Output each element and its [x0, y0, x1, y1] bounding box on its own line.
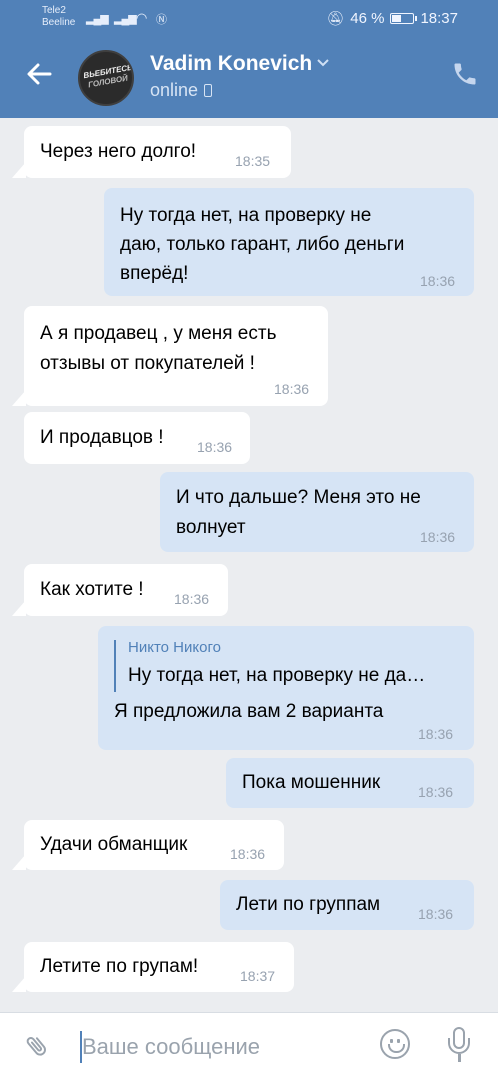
signal-icon-2: ▂▄▆ [114, 13, 137, 25]
message-text: И продавцов ! [40, 427, 164, 448]
message-input[interactable] [82, 1031, 352, 1063]
message-text: отзывы от покупателей ! [40, 353, 255, 374]
phone-icon[interactable] [450, 60, 480, 90]
message-outgoing[interactable]: Пока мошенник 18:36 [226, 758, 474, 808]
chat-header: Tele2 Beeline ▂▄▆ ▂▄▆ ◠ Ⓝ 🔕︎ 46 % 18:37 … [0, 0, 498, 118]
message-outgoing[interactable]: И что дальше? Меня это не волнует 18:36 [160, 472, 474, 552]
carrier-names: Tele2 Beeline [42, 5, 75, 29]
arrow-left-icon[interactable] [22, 56, 58, 92]
message-text: Как хотите ! [40, 579, 144, 600]
message-time: 18:36 [197, 439, 233, 455]
mic-cup [448, 1038, 470, 1054]
carrier-2: Beeline [42, 17, 76, 28]
message-text: Удачи обманщик [40, 834, 188, 855]
reply-quote-text: Ну тогда нет, на проверку не да… [128, 665, 426, 686]
avatar[interactable]: ВЬЕБИТЕСЬ ГОЛОВОЙ [78, 50, 134, 106]
message-time: 18:37 [240, 968, 276, 984]
message-composer [0, 1012, 498, 1080]
online-status: online [150, 80, 213, 101]
wifi-icon: ◠ [136, 10, 147, 25]
mic-stem [458, 1054, 461, 1062]
smiley-icon[interactable] [380, 1029, 410, 1059]
online-status-text: online [150, 80, 199, 100]
message-incoming[interactable]: Удачи обманщик 18:36 [12, 820, 284, 870]
message-text: Лети по группам [236, 894, 381, 915]
message-incoming[interactable]: И продавцов ! 18:36 [24, 412, 250, 464]
message-text: Летите по групам! [40, 956, 199, 977]
message-text: вперёд! [120, 263, 189, 284]
message-text: И что дальше? Меня это не [176, 487, 421, 508]
smile-mouth [388, 1044, 405, 1053]
message-outgoing[interactable]: Ну тогда нет, на проверку не даю, только… [104, 188, 474, 296]
message-text: Пока мошенник [242, 772, 381, 793]
message-text: А я продавец , у меня есть [40, 323, 277, 344]
message-time: 18:36 [420, 529, 456, 545]
message-time: 18:36 [418, 726, 454, 742]
message-incoming[interactable]: Как хотите ! 18:36 [12, 564, 228, 616]
message-incoming[interactable]: Через него долго! 18:35 [12, 126, 291, 178]
signal-icon: ▂▄▆ [86, 13, 109, 25]
message-time: 18:36 [174, 591, 210, 607]
status-right: 🔕︎ 46 % 18:37 [326, 10, 458, 27]
reply-quote-bar [114, 640, 116, 692]
contact-name[interactable]: Vadim Konevich [150, 52, 312, 76]
message-time: 18:36 [230, 846, 266, 862]
message-time: 18:36 [274, 381, 310, 397]
message-time: 18:36 [420, 273, 456, 289]
chevron-down-icon[interactable] [316, 54, 330, 70]
message-outgoing[interactable]: Лети по группам 18:36 [220, 880, 474, 930]
message-text: Ну тогда нет, на проверку не [120, 205, 372, 226]
message-text: волнует [176, 517, 246, 538]
message-time: 18:35 [235, 153, 271, 169]
reply-quote-author: Никто Никого [128, 639, 221, 656]
message-incoming[interactable]: Летите по групам! 18:37 [12, 942, 294, 992]
message-text: Через него долго! [40, 141, 197, 162]
battery-icon [390, 13, 418, 24]
message-incoming[interactable]: А я продавец , у меня есть отзывы от пок… [12, 306, 328, 406]
message-outgoing[interactable]: Никто Никого Ну тогда нет, на проверку н… [98, 626, 474, 750]
nav-bar: ВЬЕБИТЕСЬ ГОЛОВОЙ Vadim Konevich online [0, 38, 498, 118]
carrier-1: Tele2 [42, 5, 66, 16]
message-time: 18:36 [418, 906, 454, 922]
microphone-icon[interactable] [448, 1027, 470, 1065]
message-text: даю, только гарант, либо деньги [120, 234, 405, 255]
status-bar: Tele2 Beeline ▂▄▆ ▂▄▆ ◠ Ⓝ 🔕︎ 46 % 18:37 [0, 0, 498, 38]
mobile-device-icon [204, 84, 213, 97]
nfc-icon: Ⓝ [156, 14, 167, 26]
battery-percent: 46 % [350, 10, 385, 27]
clock: 18:37 [420, 10, 458, 27]
message-time: 18:36 [418, 784, 454, 800]
paperclip-icon[interactable] [16, 1025, 58, 1067]
mute-bell-icon: 🔕︎ [326, 10, 345, 26]
message-text: Я предложила вам 2 варианта [114, 701, 384, 722]
